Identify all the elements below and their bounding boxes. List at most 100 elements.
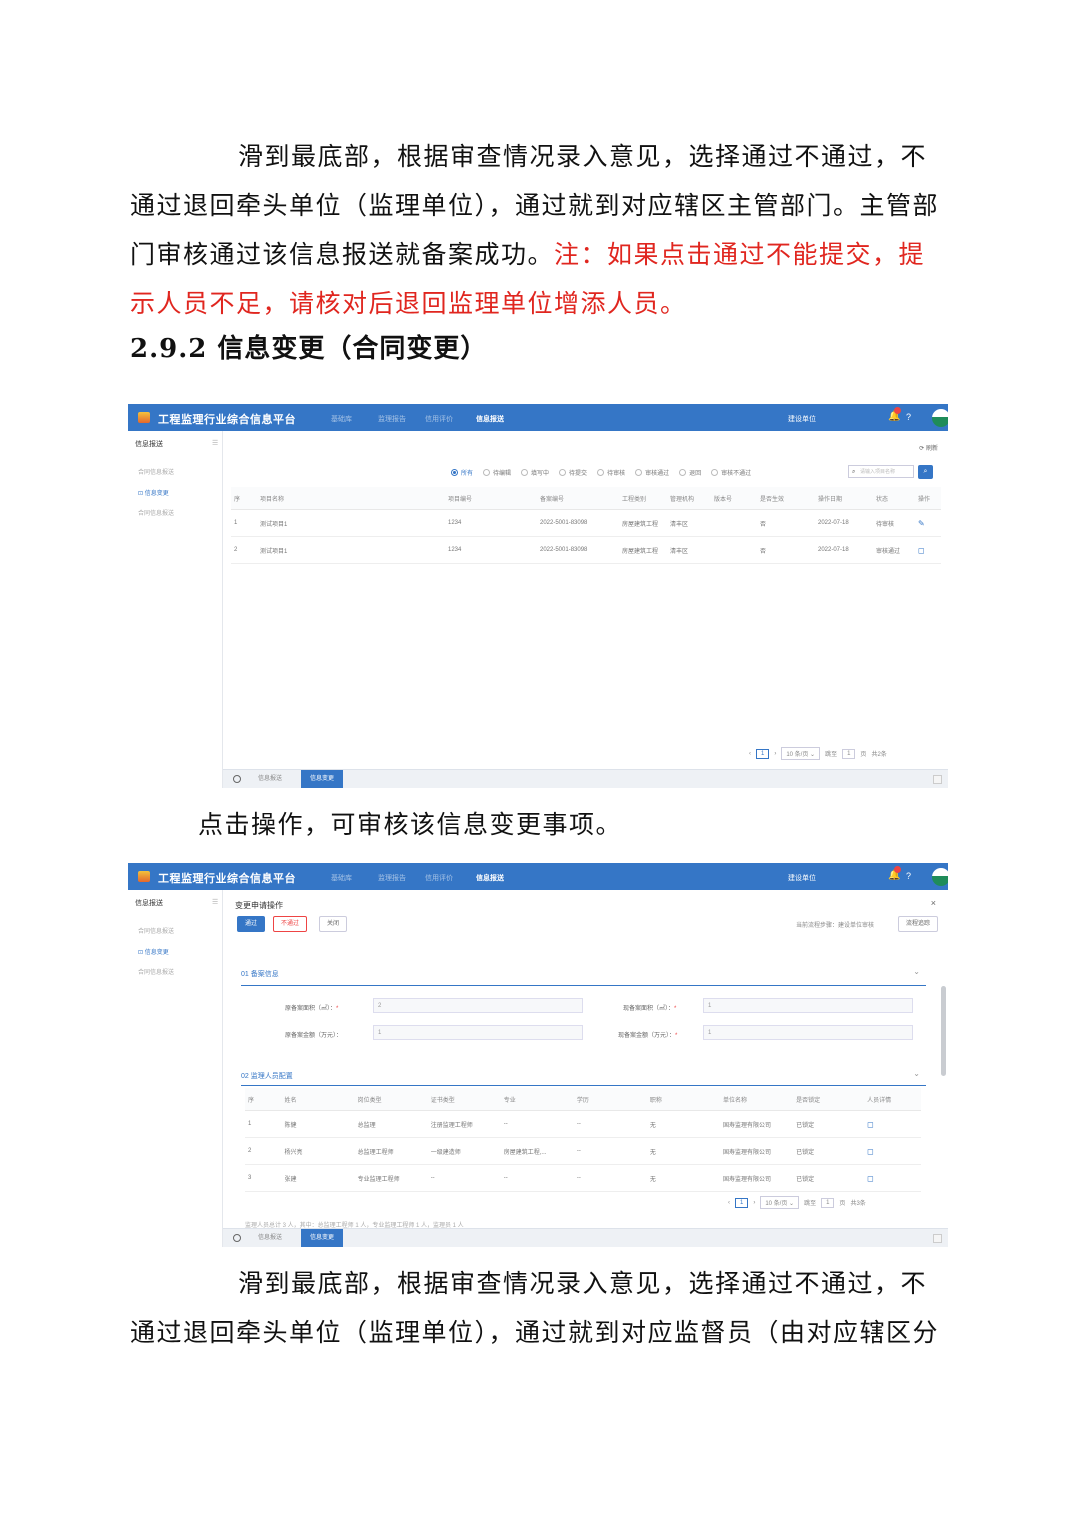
notification-badge xyxy=(894,866,901,873)
table-row: 1 测试项目1 1234 2022-5001-83098 房屋建筑工程 清丰区否 2022-… xyxy=(231,509,941,537)
help-icon[interactable]: ? xyxy=(906,412,911,422)
sidebar: 信息报送 ☰ 合同信息报送 ⊡ 信息变更 合同信息报送 xyxy=(128,890,223,1247)
goto-input[interactable]: 1 xyxy=(821,1197,835,1208)
total-count: 共2条 xyxy=(871,752,887,758)
scrollbar[interactable] xyxy=(941,986,946,1076)
filter-to-review[interactable]: 待审核 xyxy=(597,468,625,477)
prev-page-button[interactable]: ‹ xyxy=(728,1200,730,1206)
refresh-button[interactable]: ⟳ 刷新 xyxy=(919,443,938,452)
view-icon[interactable]: ◻ xyxy=(867,1120,874,1129)
section-title-record: 01 备案信息 xyxy=(241,971,279,978)
home-icon[interactable] xyxy=(233,1234,241,1242)
tab-info-submit[interactable]: 信息报送 xyxy=(249,1229,291,1247)
bottom-tab-bar: 信息报送 信息变更 xyxy=(223,1228,948,1247)
paragraph-operation: 点击操作，可审核该信息变更事项。 xyxy=(198,810,623,839)
collapse-icon[interactable]: ☰ xyxy=(212,439,218,447)
table-row: 1 陈健 总监理 注册监理工程师 -- -- 无国寿监理有限公司 已锁定 ◻ xyxy=(245,1110,921,1138)
nav-item-credit[interactable]: 信用评价 xyxy=(425,414,453,424)
view-icon[interactable]: ◻ xyxy=(867,1147,874,1156)
search-button[interactable]: ⌕ xyxy=(918,465,933,479)
close-button[interactable]: 关闭 xyxy=(319,916,348,932)
close-icon[interactable]: × xyxy=(931,898,936,908)
chevron-down-icon[interactable]: ⌄ xyxy=(913,967,920,976)
nav-item-info-submit[interactable]: 信息报送 xyxy=(476,873,504,883)
table-row: 2 杨兴亮 总监理工程师 一级建造师 房屋建筑工程,... -- 无国寿监理有限公司 已锁定 ◻ xyxy=(245,1137,921,1165)
section-title-staff: 02 监理人员配置 xyxy=(241,1073,293,1080)
app-logo-icon xyxy=(138,871,150,882)
original-area-input[interactable]: 2 xyxy=(373,998,583,1013)
nav-item-report[interactable]: 监理报告 xyxy=(378,873,406,883)
collapse-icon[interactable]: ☰ xyxy=(212,898,218,906)
sidebar-item-contract-2[interactable]: 合同信息报送 xyxy=(138,508,174,517)
app-title: 工程监理行业综合信息平台 xyxy=(158,414,296,426)
sidebar-item-contract[interactable]: 合同信息报送 xyxy=(138,467,174,476)
table-row: 3 张建 专业监理工程师 -- -- -- 无国寿监理有限公司 已锁定 ◻ xyxy=(245,1164,921,1192)
bottom-tab-bar: 信息报送 信息变更 xyxy=(223,769,948,788)
filter-to-edit[interactable]: 待编辑 xyxy=(483,468,511,477)
edit-icon[interactable]: ✎ xyxy=(918,519,925,528)
tab-info-submit[interactable]: 信息报送 xyxy=(249,770,291,788)
divider xyxy=(241,1085,926,1086)
staff-table: 序姓名 岗位类型 证书类型 专业 学历 职称 单位名称 是否锁定 人员详情 1 陈健 总监理 注册监理… xyxy=(245,1088,921,1192)
change-dialog: 变更申请操作 × 通过 不通过 关闭 当前流程步骤：建设单位审核 流程追踪 01… xyxy=(223,890,948,1229)
divider xyxy=(241,985,926,986)
avatar[interactable] xyxy=(932,409,948,427)
tab-info-change[interactable]: 信息变更 xyxy=(301,1229,344,1247)
sidebar-title: 信息报送 xyxy=(135,900,163,907)
pagination: ‹ 1 › 10 条/页 ⌄ 跳至 1 页 共3条 xyxy=(728,1196,866,1209)
page-size-select[interactable]: 10 条/页 ⌄ xyxy=(781,747,821,760)
menu-icon: ⊡ xyxy=(138,491,145,497)
nav-item-info-submit[interactable]: 信息报送 xyxy=(476,414,504,424)
approve-button[interactable]: 通过 xyxy=(237,916,266,932)
filter-all[interactable]: 所有 xyxy=(451,468,473,477)
page-number[interactable]: 1 xyxy=(756,748,770,759)
home-icon[interactable] xyxy=(233,775,241,783)
table-row: 2 测试项目1 1234 2022-5001-83098 房屋建筑工程 清丰区否 2022-… xyxy=(231,536,941,564)
app-header: 工程监理行业综合信息平台 基础库 监理报告 信用评价 信息报送 建设单位 🔔 ? xyxy=(128,863,948,890)
view-icon[interactable]: ◻ xyxy=(867,1174,874,1183)
search-input[interactable]: ⌕ 请输入项目名称 xyxy=(848,465,914,478)
filter-to-submit[interactable]: 待提交 xyxy=(559,468,587,477)
goto-input[interactable]: 1 xyxy=(842,748,856,759)
view-icon[interactable]: ◻ xyxy=(918,546,925,555)
fullscreen-icon[interactable] xyxy=(933,1234,942,1243)
sidebar: 信息报送 ☰ 合同信息报送 ⊡ 信息变更 合同信息报送 xyxy=(128,431,223,788)
current-step: 当前流程步骤：建设单位审核 xyxy=(795,923,874,929)
chevron-down-icon[interactable]: ⌄ xyxy=(913,1069,920,1078)
page-number[interactable]: 1 xyxy=(735,1197,749,1208)
nav-item-report[interactable]: 监理报告 xyxy=(378,414,406,424)
prev-page-button[interactable]: ‹ xyxy=(749,751,751,757)
field-label: 原备案金额（万元）： xyxy=(285,1033,343,1039)
nav-item-base[interactable]: 基础库 xyxy=(331,414,352,424)
main-content: ⟳ 刷新 所有 待编辑 填写中 待提交 待审核 审核通过 退回 审核不通过 ⌕ 请… xyxy=(223,431,948,770)
help-icon[interactable]: ? xyxy=(906,871,911,881)
track-button[interactable]: 流程追踪 xyxy=(897,916,938,932)
field-label: 现备案面积（㎡）：* xyxy=(623,1006,677,1012)
nav-item-credit[interactable]: 信用评价 xyxy=(425,873,453,883)
original-amount-input[interactable]: 1 xyxy=(373,1025,583,1040)
current-amount-input[interactable]: 1 xyxy=(703,1025,913,1040)
reject-button[interactable]: 不通过 xyxy=(273,916,308,932)
filter-filling[interactable]: 填写中 xyxy=(521,468,549,477)
next-page-button[interactable]: › xyxy=(774,751,776,757)
sidebar-item-contract[interactable]: 合同信息报送 xyxy=(138,926,174,935)
tab-info-change[interactable]: 信息变更 xyxy=(301,770,344,788)
sidebar-item-info-change[interactable]: ⊡ 信息变更 xyxy=(138,947,169,956)
menu-icon: ⊡ xyxy=(138,950,145,956)
fullscreen-icon[interactable] xyxy=(933,775,942,784)
filter-rejected[interactable]: 审核不通过 xyxy=(711,468,751,477)
page-size-select[interactable]: 10 条/页 ⌄ xyxy=(760,1196,800,1209)
current-area-input[interactable]: 1 xyxy=(703,998,913,1013)
filter-returned[interactable]: 退回 xyxy=(679,468,701,477)
user-role[interactable]: 建设单位 xyxy=(788,873,816,883)
nav-item-base[interactable]: 基础库 xyxy=(331,873,352,883)
goto-label: 跳至 xyxy=(825,752,838,758)
filter-approved[interactable]: 审核通过 xyxy=(635,468,669,477)
user-role[interactable]: 建设单位 xyxy=(788,414,816,424)
avatar[interactable] xyxy=(932,868,948,886)
sidebar-item-info-change[interactable]: ⊡ 信息变更 xyxy=(138,488,169,497)
screenshot-change-dialog: 工程监理行业综合信息平台 基础库 监理报告 信用评价 信息报送 建设单位 🔔 ?… xyxy=(128,863,948,1247)
sidebar-item-contract-2[interactable]: 合同信息报送 xyxy=(138,967,174,976)
info-change-table: 序项目名称 项目编号 备案编号 工程类别 管理机构 版本号 是否生效 操作日期 状态 操作 1 测试… xyxy=(231,487,941,564)
next-page-button[interactable]: › xyxy=(753,1200,755,1206)
